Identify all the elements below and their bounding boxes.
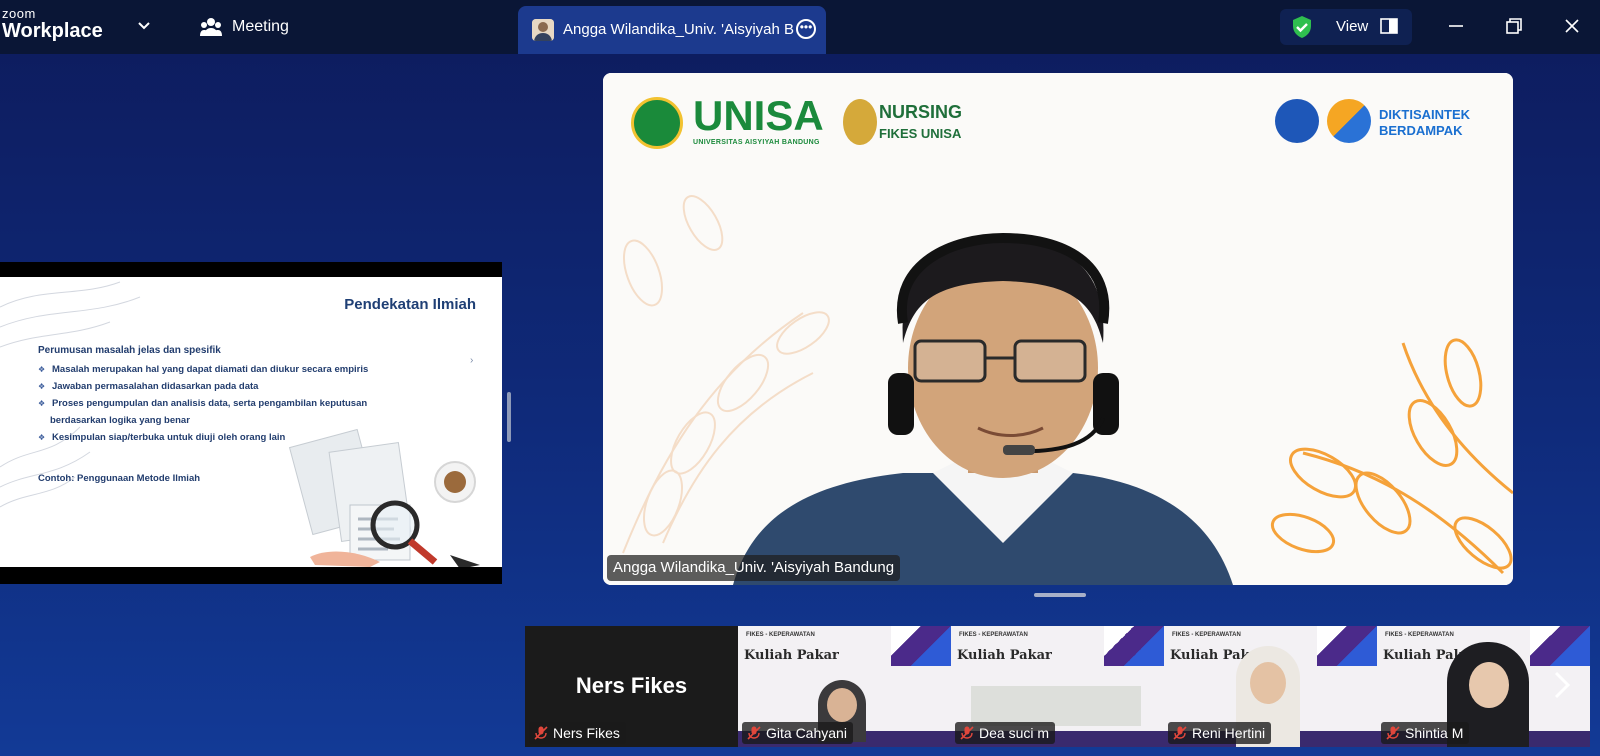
participant-tile-dea-suci-m[interactable]: FIKES - KEPERAWATAN Kuliah Pakar Dea suc…	[951, 626, 1164, 747]
unisa-logo-subtitle: UNIVERSITAS AISYIYAH BANDUNG	[693, 139, 820, 146]
participant-name-tag: Shintia M	[1381, 722, 1470, 744]
bg-org-text: FIKES - KEPERAWATAN	[959, 632, 1028, 638]
participant-display-name: Ners Fikes	[575, 673, 688, 698]
slide-bullet: Jawaban permasalahan didasarkan pada dat…	[38, 378, 398, 395]
participant-tile-gita-cahyani[interactable]: FIKES - KEPERAWATAN Kuliah Pakar Gita Ca…	[738, 626, 951, 747]
restore-icon[interactable]	[1502, 14, 1526, 38]
participant-name-tag: Ners Fikes	[529, 722, 626, 744]
mic-muted-icon	[960, 726, 974, 740]
meeting-people-icon	[200, 18, 222, 36]
bg-title-text: Kuliah Pakar	[744, 648, 839, 663]
shield-check-icon[interactable]	[1290, 15, 1314, 39]
zoom-workplace-logo: zoom Workplace	[2, 7, 103, 41]
slide-bullet-list: Masalah merupakan hal yang dapat diamati…	[38, 361, 398, 446]
dikti-line-2: BERDAMPAK	[1379, 122, 1463, 138]
shared-screen[interactable]: Pendekatan Ilmiah Perumusan masalah jela…	[0, 262, 502, 584]
bg-org-text: FIKES - KEPERAWATAN	[1172, 632, 1241, 638]
view-button-label[interactable]: View	[1336, 18, 1368, 35]
participant-name: Ners Fikes	[553, 725, 620, 741]
nursing-logo-text: NURSING	[879, 102, 963, 122]
meeting-menu[interactable]: Meeting	[200, 17, 289, 37]
bg-title-text: Kuliah Pakar	[957, 648, 1052, 663]
participant-tile-ners-fikes[interactable]: Ners Fikes Ners Fikes	[525, 626, 738, 747]
participant-name-tag: Dea suci m	[955, 722, 1056, 744]
mic-muted-icon	[747, 726, 761, 740]
speaker-avatar	[532, 19, 554, 41]
speaker-name-tag: Angga Wilandika_Univ. 'Aisyiyah Bandung	[607, 555, 901, 581]
gallery-resize-handle[interactable]	[1034, 593, 1086, 597]
participant-gallery: Ners Fikes Ners Fikes FIKES - KEPERAWATA…	[525, 626, 1600, 747]
slide-bullet: Kesimpulan siap/terbuka untuk diuji oleh…	[38, 429, 398, 446]
mic-muted-icon	[1173, 726, 1187, 740]
view-control[interactable]: View	[1280, 9, 1412, 45]
fikes-logo-text: FIKES UNISA	[879, 126, 962, 141]
slide-subtitle: Perumusan masalah jelas dan spesifik	[38, 345, 221, 356]
participant-name: Dea suci m	[979, 725, 1050, 741]
meeting-label: Meeting	[232, 18, 289, 35]
unisa-logo-text: UNISA	[693, 92, 824, 139]
title-bar: zoom Workplace Meeting Angga Wilandika_U…	[0, 0, 1600, 54]
virtual-background	[603, 73, 1513, 585]
more-options-icon[interactable]: •••	[796, 19, 816, 39]
tab-title: Angga Wilandika_Univ. 'Aisyiyah B	[563, 21, 795, 38]
slide-arrow: ›	[470, 355, 474, 366]
chevron-down-icon[interactable]	[137, 18, 151, 32]
participant-tile-reni-hertini[interactable]: FIKES - KEPERAWATAN Kuliah Pakar Reni He…	[1164, 626, 1377, 747]
brand-workplace: Workplace	[2, 20, 103, 42]
view-layout-icon[interactable]	[1380, 17, 1398, 35]
diktisaintek-logo-text: DIKTISAINTEK BERDAMPAK	[1379, 107, 1470, 138]
slide-bullet: Masalah merupakan hal yang dapat diamati…	[38, 361, 398, 378]
close-icon[interactable]	[1560, 14, 1584, 38]
slide-content: Pendekatan Ilmiah Perumusan masalah jela…	[0, 277, 502, 567]
brand-zoom: zoom	[2, 6, 36, 21]
diktisaintek-logo-mark	[1327, 99, 1371, 143]
slide-example: Contoh: Penggunaan Metode Ilmiah	[38, 473, 201, 484]
minimize-icon[interactable]	[1444, 14, 1468, 38]
slide-bullet: Proses pengumpulan dan analisis data, se…	[38, 395, 398, 412]
nursing-award-logo	[843, 99, 877, 145]
slide-title: Pendekatan Ilmiah	[344, 296, 476, 313]
participant-name-tag: Reni Hertini	[1168, 722, 1272, 744]
unisa-seal-logo	[631, 97, 683, 149]
bg-org-text: FIKES - KEPERAWATAN	[746, 632, 815, 638]
dikti-line-1: DIKTISAINTEK	[1379, 107, 1470, 122]
meeting-tab[interactable]: Angga Wilandika_Univ. 'Aisyiyah B •••	[518, 6, 826, 54]
slide-bullet-continuation: berdasarkan logika yang benar	[50, 415, 190, 426]
mic-muted-icon	[1386, 726, 1400, 740]
participant-name: Gita Cahyani	[766, 725, 847, 741]
participant-name: Shintia M	[1405, 725, 1464, 741]
split-view-handle[interactable]	[507, 392, 511, 442]
participant-name-tag: Gita Cahyani	[742, 722, 853, 744]
mic-muted-icon	[534, 726, 548, 740]
gallery-next-icon[interactable]	[1546, 665, 1576, 705]
active-speaker-video[interactable]: UNISA UNIVERSITAS AISYIYAH BANDUNG NURSI…	[603, 73, 1513, 585]
tut-wuri-logo	[1275, 99, 1319, 143]
bg-org-text: FIKES - KEPERAWATAN	[1385, 632, 1454, 638]
participant-name: Reni Hertini	[1192, 725, 1266, 741]
